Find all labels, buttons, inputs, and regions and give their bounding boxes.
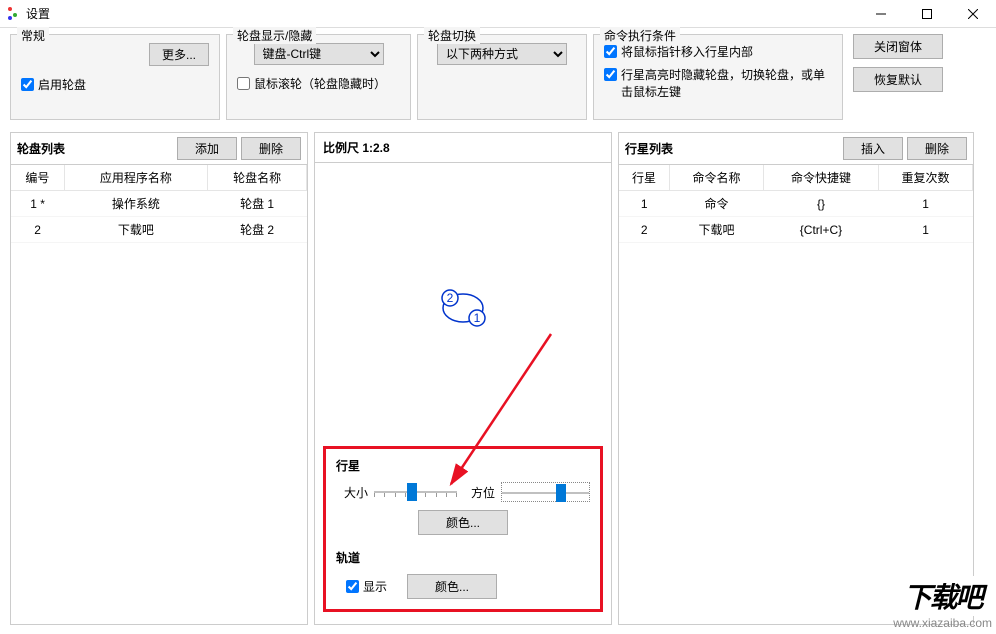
close-button[interactable] xyxy=(950,0,996,28)
switch-mode-select[interactable]: 以下两种方式 xyxy=(437,43,567,65)
table-cell: {Ctrl+C} xyxy=(763,217,878,243)
wheel-list-panel: 轮盘列表 添加 删除 编号应用程序名称轮盘名称 1 *操作系统轮盘 12下载吧轮… xyxy=(10,132,308,625)
size-slider[interactable] xyxy=(374,482,457,502)
table-cell: 轮盘 2 xyxy=(208,217,307,243)
table-cell: 操作系统 xyxy=(64,191,208,217)
planet-list-panel: 行星列表 插入 删除 行星命令名称命令快捷键重复次数 1命令{}12下载吧{Ct… xyxy=(618,132,974,625)
table-header[interactable]: 编号 xyxy=(11,165,64,191)
table-cell: {} xyxy=(763,191,878,217)
table-cell: 轮盘 1 xyxy=(208,191,307,217)
table-row[interactable]: 2下载吧轮盘 2 xyxy=(11,217,307,243)
svg-text:1: 1 xyxy=(474,311,481,325)
table-header[interactable]: 行星 xyxy=(619,165,670,191)
table-cell: 1 * xyxy=(11,191,64,217)
wheel-table: 编号应用程序名称轮盘名称 1 *操作系统轮盘 12下载吧轮盘 2 xyxy=(11,165,307,243)
table-header[interactable]: 命令快捷键 xyxy=(763,165,878,191)
enable-wheel-label: 启用轮盘 xyxy=(38,76,86,93)
delete-wheel-button[interactable]: 删除 xyxy=(241,137,301,160)
wheel-list-title: 轮盘列表 xyxy=(17,140,173,157)
condition-opt1-label: 将鼠标指针移入行星内部 xyxy=(621,43,753,60)
planet-section-title: 行星 xyxy=(336,457,590,474)
condition-opt2-label: 行星高亮时隐藏轮盘，切换轮盘，或单击鼠标左键 xyxy=(621,66,832,100)
group-general-title: 常规 xyxy=(17,27,49,44)
planet-table: 行星命令名称命令快捷键重复次数 1命令{}12下载吧{Ctrl+C}1 xyxy=(619,165,973,243)
minimize-button[interactable] xyxy=(858,0,904,28)
right-buttons: 关闭窗体 恢复默认 xyxy=(853,34,943,92)
table-cell: 下载吧 xyxy=(64,217,208,243)
restore-default-button[interactable]: 恢复默认 xyxy=(853,67,943,92)
planet-orbit-section: 行星 大小 方位 xyxy=(323,446,603,612)
top-groups-row: 常规 更多... 启用轮盘 轮盘显示/隐藏 键盘-Ctrl键 鼠标滚轮（轮盘隐藏… xyxy=(10,34,986,120)
table-row[interactable]: 1 *操作系统轮盘 1 xyxy=(11,191,307,217)
watermark-url: www.xiazaiba.com xyxy=(893,616,992,630)
table-cell: 1 xyxy=(879,191,973,217)
mouse-wheel-checkbox[interactable]: 鼠标滚轮（轮盘隐藏时） xyxy=(237,75,400,92)
group-general: 常规 更多... 启用轮盘 xyxy=(10,34,220,120)
table-cell: 下载吧 xyxy=(670,217,764,243)
group-display: 轮盘显示/隐藏 键盘-Ctrl键 鼠标滚轮（轮盘隐藏时） xyxy=(226,34,411,120)
group-display-title: 轮盘显示/隐藏 xyxy=(233,27,316,44)
preview-panel: 比例尺 1:2.8 2 1 xyxy=(314,132,612,625)
watermark: 下载吧 www.xiazaiba.com xyxy=(893,576,992,630)
orbit-display: 2 1 xyxy=(315,163,611,443)
condition-opt2-checkbox[interactable]: 行星高亮时隐藏轮盘，切换轮盘，或单击鼠标左键 xyxy=(604,66,832,100)
window-controls xyxy=(858,0,996,28)
orbit-show-input[interactable] xyxy=(346,580,359,593)
orbit-svg: 2 1 xyxy=(433,283,493,333)
table-row[interactable]: 2下载吧{Ctrl+C}1 xyxy=(619,217,973,243)
add-button[interactable]: 添加 xyxy=(177,137,237,160)
close-window-button[interactable]: 关闭窗体 xyxy=(853,34,943,59)
titlebar: 设置 xyxy=(0,0,996,28)
table-cell: 1 xyxy=(619,191,670,217)
table-header[interactable]: 应用程序名称 xyxy=(64,165,208,191)
delete-planet-button[interactable]: 删除 xyxy=(907,137,967,160)
group-switch: 轮盘切换 以下两种方式 xyxy=(417,34,587,120)
planet-list-title: 行星列表 xyxy=(625,140,839,157)
window-title: 设置 xyxy=(26,5,50,22)
table-cell: 2 xyxy=(11,217,64,243)
orbit-color-button[interactable]: 颜色... xyxy=(407,574,497,599)
enable-wheel-checkbox[interactable]: 启用轮盘 xyxy=(21,76,209,93)
table-header[interactable]: 命令名称 xyxy=(670,165,764,191)
display-mode-select[interactable]: 键盘-Ctrl键 xyxy=(254,43,384,65)
table-header[interactable]: 重复次数 xyxy=(879,165,973,191)
more-button[interactable]: 更多... xyxy=(149,43,209,66)
orbit-show-label: 显示 xyxy=(363,578,387,595)
watermark-logo: 下载吧 xyxy=(893,576,992,616)
enable-wheel-input[interactable] xyxy=(21,78,34,91)
group-condition: 命令执行条件 将鼠标指针移入行星内部 行星高亮时隐藏轮盘，切换轮盘，或单击鼠标左… xyxy=(593,34,843,120)
group-condition-title: 命令执行条件 xyxy=(600,27,680,44)
table-cell: 命令 xyxy=(670,191,764,217)
group-switch-title: 轮盘切换 xyxy=(424,27,480,44)
mouse-wheel-input[interactable] xyxy=(237,77,250,90)
planet-color-button[interactable]: 颜色... xyxy=(418,510,508,535)
position-label: 方位 xyxy=(463,484,495,501)
table-row[interactable]: 1命令{}1 xyxy=(619,191,973,217)
orbit-show-checkbox[interactable]: 显示 xyxy=(346,578,387,595)
maximize-button[interactable] xyxy=(904,0,950,28)
app-icon xyxy=(6,7,20,21)
main-row: 轮盘列表 添加 删除 编号应用程序名称轮盘名称 1 *操作系统轮盘 12下载吧轮… xyxy=(10,132,986,625)
scale-label: 比例尺 1:2.8 xyxy=(315,133,611,162)
table-cell: 2 xyxy=(619,217,670,243)
table-header[interactable]: 轮盘名称 xyxy=(208,165,307,191)
condition-opt1-input[interactable] xyxy=(604,45,617,58)
size-label: 大小 xyxy=(336,484,368,501)
condition-opt2-input[interactable] xyxy=(604,68,617,81)
table-cell: 1 xyxy=(879,217,973,243)
mouse-wheel-label: 鼠标滚轮（轮盘隐藏时） xyxy=(254,75,386,92)
position-slider[interactable] xyxy=(501,482,590,502)
orbit-section-title: 轨道 xyxy=(336,549,590,566)
condition-opt1-checkbox[interactable]: 将鼠标指针移入行星内部 xyxy=(604,43,832,60)
insert-button[interactable]: 插入 xyxy=(843,137,903,160)
svg-text:2: 2 xyxy=(447,291,454,305)
